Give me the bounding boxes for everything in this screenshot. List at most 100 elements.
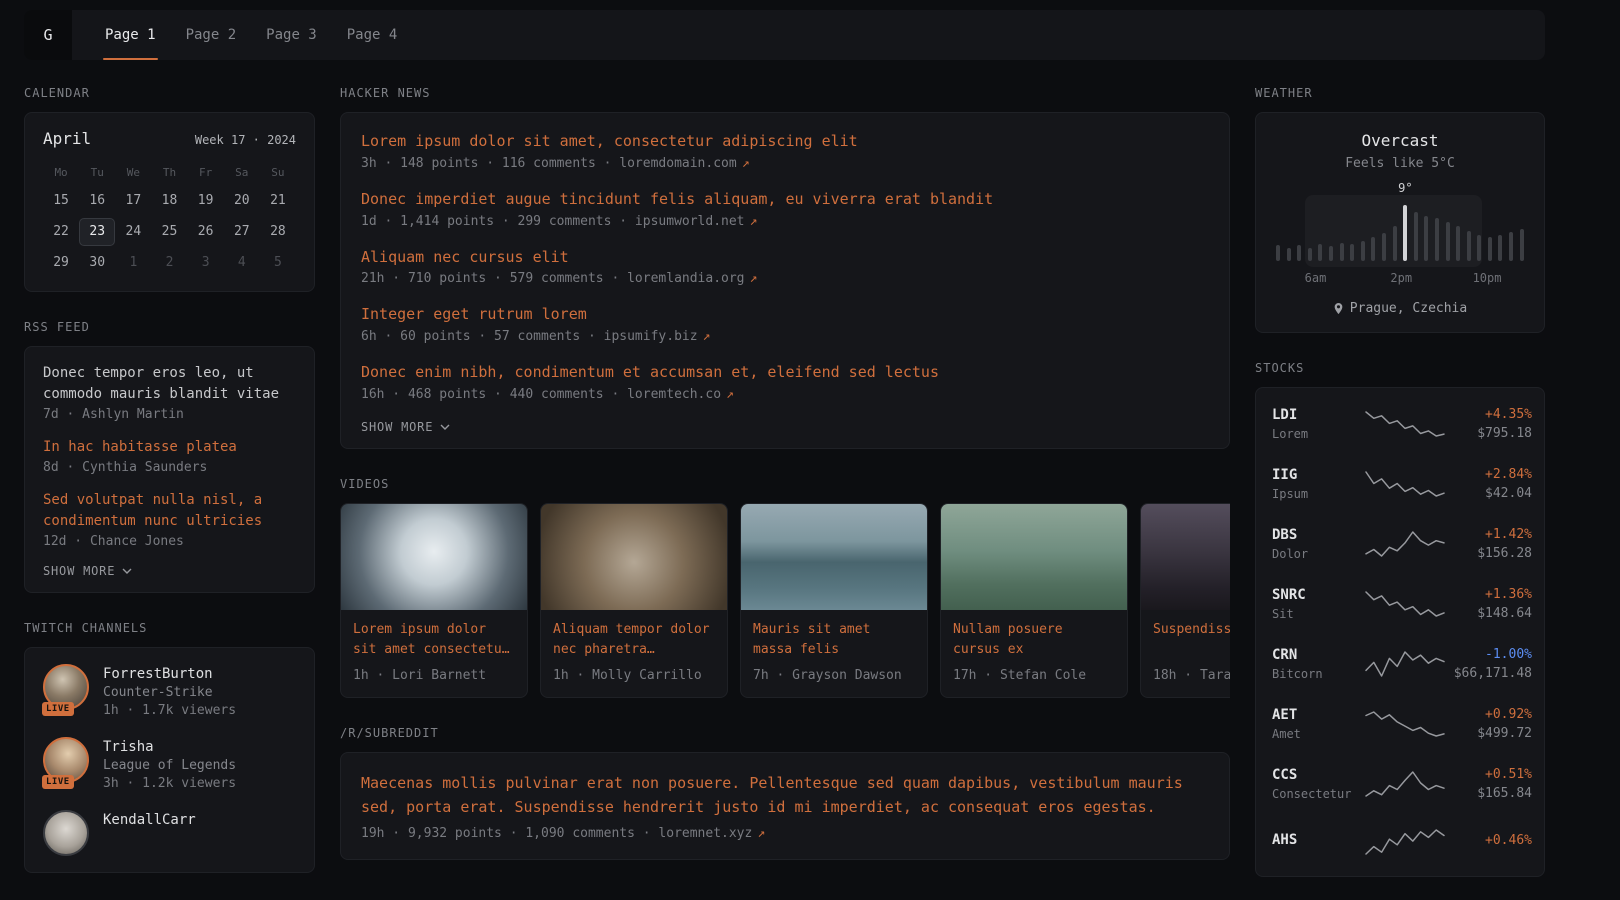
- stock-name: Ipsum: [1272, 487, 1366, 501]
- stock-name: Consectetur: [1272, 787, 1366, 801]
- rss-widget: RSS FEED Donec tempor eros leo, ut commo…: [24, 320, 315, 593]
- stock-row[interactable]: CRNBitcorn -1.00%$66,171.48: [1272, 634, 1528, 694]
- external-link-icon[interactable]: ↗: [750, 214, 758, 229]
- hn-show-more-button[interactable]: SHOW MORE: [361, 420, 1209, 434]
- hn-meta-text: 1d · 1,414 points · 299 comments · ipsum…: [361, 214, 745, 229]
- video-card[interactable]: Lorem ipsum dolor sit amet consectetu… 1…: [340, 503, 528, 698]
- stock-row[interactable]: DBSDolor +1.42%$156.28: [1272, 514, 1528, 574]
- video-card[interactable]: Suspendisse diam 18h · Tara: [1140, 503, 1230, 698]
- channel-name[interactable]: ForrestBurton: [103, 666, 236, 682]
- video-title[interactable]: Mauris sit amet massa felis: [753, 620, 915, 660]
- weather-hour-bar: [1393, 226, 1397, 261]
- external-link-icon[interactable]: ↗: [726, 387, 734, 402]
- section-title-videos: VIDEOS: [340, 477, 1230, 491]
- twitch-channel[interactable]: LIVE ForrestBurton Counter-Strike 1h · 1…: [43, 664, 296, 718]
- rss-item-title[interactable]: In hac habitasse platea: [43, 437, 296, 458]
- video-title[interactable]: Aliquam tempor dolor nec pharetra…: [553, 620, 715, 660]
- hacker-news-widget: HACKER NEWS Lorem ipsum dolor sit amet, …: [340, 86, 1230, 449]
- channel-name[interactable]: KendallCarr: [103, 812, 196, 828]
- weather-hour-bar: [1414, 212, 1418, 261]
- videos-widget: VIDEOS Lorem ipsum dolor sit amet consec…: [340, 477, 1230, 698]
- weather-hour-bar: [1477, 235, 1481, 261]
- video-title[interactable]: Nullam posuere cursus ex: [953, 620, 1115, 660]
- stock-symbol: IIG: [1272, 467, 1366, 483]
- channel-meta: 3h · 1.2k viewers: [103, 776, 236, 791]
- external-link-icon[interactable]: ↗: [742, 156, 750, 171]
- rss-show-more-button[interactable]: SHOW MORE: [43, 564, 296, 578]
- video-thumbnail[interactable]: [941, 504, 1127, 610]
- hn-item-title[interactable]: Integer eget rutrum lorem: [361, 304, 1209, 326]
- stock-symbol: DBS: [1272, 527, 1366, 543]
- external-link-icon[interactable]: ↗: [757, 826, 765, 841]
- rss-item[interactable]: Donec tempor eros leo, ut commodo mauris…: [43, 363, 296, 422]
- stock-row[interactable]: LDILorem +4.35%$795.18: [1272, 394, 1528, 454]
- video-card[interactable]: Nullam posuere cursus ex 17h · Stefan Co…: [940, 503, 1128, 698]
- calendar-day-next-month: 1: [115, 249, 151, 277]
- channel-name[interactable]: Trisha: [103, 739, 236, 755]
- rss-item-title[interactable]: Sed volutpat nulla nisl, a condimentum n…: [43, 490, 296, 532]
- rss-item[interactable]: Sed volutpat nulla nisl, a condimentum n…: [43, 490, 296, 549]
- app-logo[interactable]: G: [24, 10, 72, 60]
- dow-label: Th: [151, 166, 187, 179]
- hn-item-title[interactable]: Lorem ipsum dolor sit amet, consectetur …: [361, 131, 1209, 153]
- calendar-day: 22: [43, 218, 79, 246]
- external-link-icon[interactable]: ↗: [703, 329, 711, 344]
- hn-item-meta: 6h · 60 points · 57 comments · ipsumify.…: [361, 329, 1209, 344]
- video-thumbnail[interactable]: [741, 504, 927, 610]
- section-title-hacker-news: HACKER NEWS: [340, 86, 1230, 100]
- weather-location-text: Prague, Czechia: [1350, 301, 1467, 316]
- tab-page-3[interactable]: Page 3: [251, 10, 332, 60]
- page-tabs: Page 1 Page 2 Page 3 Page 4: [90, 10, 412, 60]
- show-more-label: SHOW MORE: [43, 564, 115, 578]
- video-card[interactable]: Aliquam tempor dolor nec pharetra… 1h · …: [540, 503, 728, 698]
- calendar-day: 21: [260, 187, 296, 215]
- subreddit-post: Maecenas mollis pulvinar erat non posuer…: [361, 771, 1209, 841]
- video-thumbnail[interactable]: [341, 504, 527, 610]
- video-thumbnail[interactable]: [1141, 504, 1230, 610]
- weather-hour-bar: [1424, 216, 1428, 261]
- hn-item: Donec imperdiet augue tincidunt felis al…: [361, 189, 1209, 229]
- tab-page-4[interactable]: Page 4: [332, 10, 413, 60]
- video-caption: Suspendisse diam 18h · Tara: [1141, 610, 1230, 697]
- stock-price: $165.84: [1444, 786, 1532, 801]
- dow-label: We: [115, 166, 151, 179]
- video-title[interactable]: Suspendisse diam: [1153, 620, 1230, 660]
- twitch-channel[interactable]: LIVE KendallCarr: [43, 810, 296, 856]
- rss-item[interactable]: In hac habitasse platea 8d · Cynthia Sau…: [43, 437, 296, 475]
- tab-page-1[interactable]: Page 1: [90, 10, 171, 60]
- section-title-subreddit: /R/SUBREDDIT: [340, 726, 1230, 740]
- tab-page-2[interactable]: Page 2: [171, 10, 252, 60]
- hn-item-title[interactable]: Donec imperdiet augue tincidunt felis al…: [361, 189, 1209, 211]
- rss-item-title[interactable]: Donec tempor eros leo, ut commodo mauris…: [43, 363, 296, 405]
- hn-item-meta: 3h · 148 points · 116 comments · loremdo…: [361, 156, 1209, 171]
- stock-symbol: LDI: [1272, 407, 1366, 423]
- hn-item: Aliquam nec cursus elit 21h · 710 points…: [361, 247, 1209, 287]
- hacker-news-card: Lorem ipsum dolor sit amet, consectetur …: [340, 112, 1230, 449]
- stock-row[interactable]: AHS +0.46%: [1272, 814, 1528, 870]
- video-card[interactable]: Mauris sit amet massa felis 7h · Grayson…: [740, 503, 928, 698]
- stock-row[interactable]: AETAmet +0.92%$499.72: [1272, 694, 1528, 754]
- stock-row[interactable]: SNRCSit +1.36%$148.64: [1272, 574, 1528, 634]
- weather-hour-bar: [1435, 218, 1439, 261]
- weather-hour-bar: [1488, 237, 1492, 261]
- stock-row[interactable]: IIGIpsum +2.84%$42.04: [1272, 454, 1528, 514]
- hn-meta-text: 3h · 148 points · 116 comments · loremdo…: [361, 156, 737, 171]
- subreddit-post-title[interactable]: Maecenas mollis pulvinar erat non posuer…: [361, 771, 1209, 819]
- calendar-day: 19: [188, 187, 224, 215]
- video-title[interactable]: Lorem ipsum dolor sit amet consectetu…: [353, 620, 515, 660]
- twitch-channel[interactable]: LIVE Trisha League of Legends 3h · 1.2k …: [43, 737, 296, 791]
- video-thumbnail[interactable]: [541, 504, 727, 610]
- external-link-icon[interactable]: ↗: [750, 271, 758, 286]
- stock-row[interactable]: CCSConsectetur +0.51%$165.84: [1272, 754, 1528, 814]
- middle-column: HACKER NEWS Lorem ipsum dolor sit amet, …: [340, 86, 1230, 888]
- hn-item-title[interactable]: Donec enim nibh, condimentum et accumsan…: [361, 362, 1209, 384]
- hn-item-title[interactable]: Aliquam nec cursus elit: [361, 247, 1209, 269]
- right-column: WEATHER Overcast Feels like 5°C 9° 6am 2…: [1255, 86, 1545, 900]
- weather-hour-bar: [1446, 222, 1450, 261]
- stock-price: $66,171.48: [1444, 666, 1532, 681]
- stock-change: +2.84%: [1444, 467, 1532, 482]
- calendar-day: 26: [188, 218, 224, 246]
- time-label: 10pm: [1473, 271, 1502, 285]
- weather-condition: Overcast: [1272, 131, 1528, 150]
- rss-card: Donec tempor eros leo, ut commodo mauris…: [24, 346, 315, 593]
